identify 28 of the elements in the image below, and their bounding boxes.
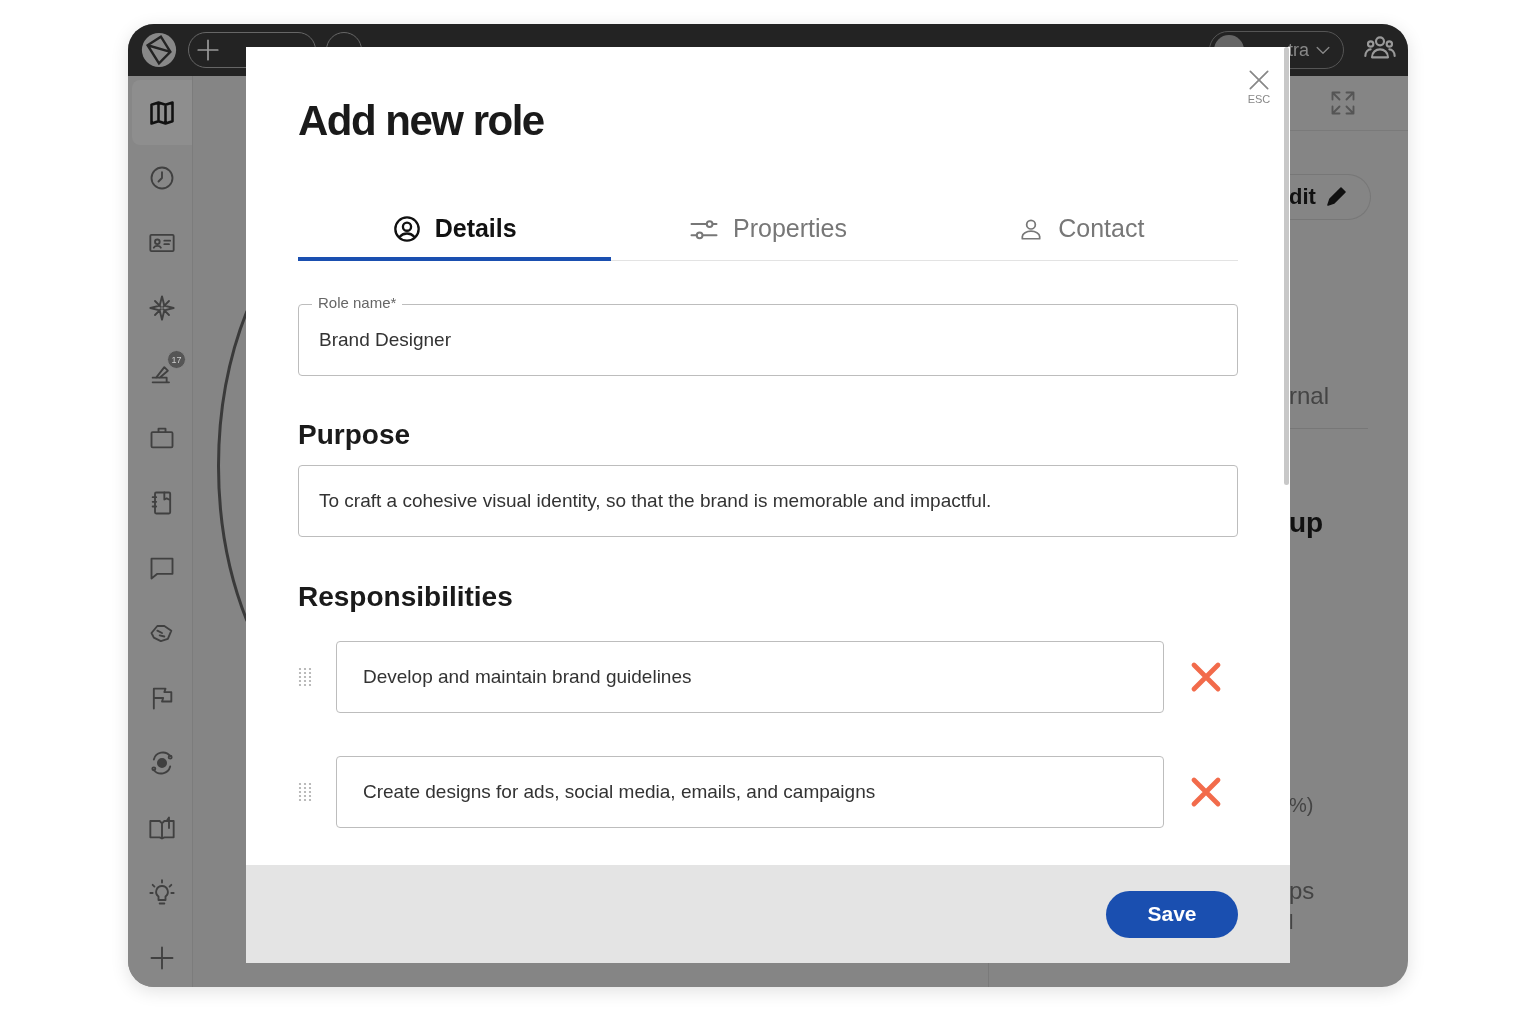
drag-handle-icon[interactable] xyxy=(298,667,314,687)
panel-text: l xyxy=(1289,911,1295,934)
light-bulb-icon xyxy=(148,878,176,907)
input-field[interactable]: To craft a cohesive visual identity, so that the brand is memorable and impactful. xyxy=(298,465,1238,537)
drag-handle-icon[interactable] xyxy=(298,782,314,802)
globe-logo-icon[interactable] xyxy=(140,31,178,69)
section-heading: Purpose xyxy=(298,419,412,451)
map-icon xyxy=(148,98,176,127)
section-heading: up xyxy=(1289,507,1325,539)
save-button[interactable]: Save xyxy=(1106,890,1238,938)
panel-text: ps xyxy=(1289,877,1316,905)
plus-icon xyxy=(195,37,221,63)
panel-text: %) xyxy=(1289,794,1315,817)
expand-icon xyxy=(1329,89,1357,117)
field-label: Role name* xyxy=(312,294,403,311)
section-heading: Responsibilities xyxy=(298,581,514,613)
sidebar-item[interactable]: 17 xyxy=(132,340,192,405)
tab[interactable]: Details xyxy=(298,200,612,261)
close-button[interactable]: ESC xyxy=(1246,67,1272,105)
tab[interactable]: Contact xyxy=(924,200,1238,261)
tab[interactable]: Properties xyxy=(611,200,925,261)
input-field[interactable]: Create designs for ads, social media, emails, and campaigns xyxy=(336,756,1164,828)
input-field[interactable]: Develop and maintain brand guidelines xyxy=(336,641,1164,713)
count-badge: 17 xyxy=(167,350,186,369)
sidebar-item[interactable] xyxy=(132,80,192,145)
dialog-title: Add new role xyxy=(298,97,545,145)
compass-star-icon xyxy=(148,293,176,322)
user-circle-icon xyxy=(392,214,421,243)
